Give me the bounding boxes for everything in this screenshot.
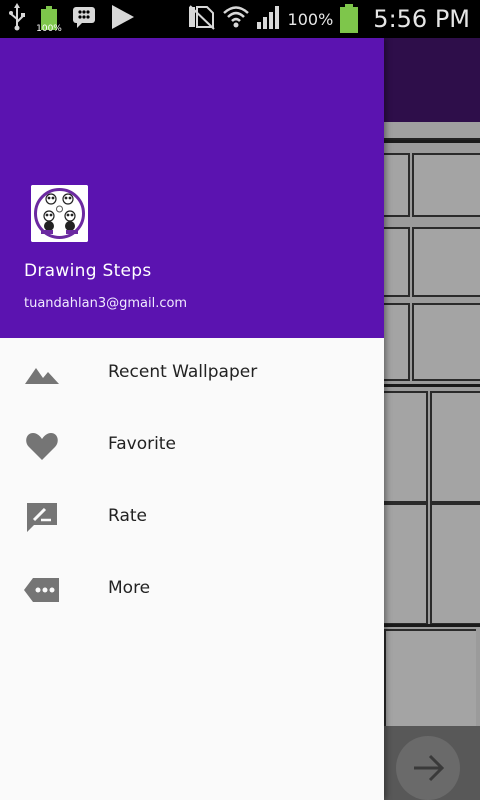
signal-icon [256,4,282,34]
status-bar-system: 100% 5:56 PM [186,2,470,36]
drawer-menu: Recent Wallpaper Favorite Rate More [0,338,384,626]
more-label-icon [24,572,60,608]
battery-icon [339,4,359,34]
menu-item-label: More [108,578,151,598]
background-bottom-bar [384,726,480,800]
battery-percent: 100% [287,9,334,29]
no-sim-icon [186,4,216,34]
background-image-strip [384,122,480,140]
menu-item-label: Recent Wallpaper [108,362,258,382]
menu-item-rate[interactable]: Rate [0,482,384,554]
status-bar: 100% 100% 5:56 PM [0,0,480,38]
menu-item-label: Rate [108,506,147,526]
rate-review-icon [24,500,60,536]
clock: 5:56 PM [373,5,470,33]
battery-charging-icon: 100% [36,6,62,34]
landscape-icon [24,356,60,392]
background-image-card[interactable] [384,140,480,385]
menu-item-recent-wallpaper[interactable]: Recent Wallpaper [0,338,384,410]
status-bar-notifications: 100% [8,2,136,36]
app-name: Drawing Steps [24,261,152,281]
wifi-icon [222,4,250,34]
arrow-forward-icon [396,754,460,800]
menu-item-more[interactable]: More [0,554,384,626]
background-app [384,38,480,800]
bbm-icon [72,6,96,32]
background-toolbar [384,38,480,122]
next-button[interactable] [396,736,460,800]
drawer-header: Drawing Steps tuandahlan3@gmail.com [0,38,384,338]
menu-item-label: Favorite [108,434,176,454]
navigation-drawer: Drawing Steps tuandahlan3@gmail.com Rece… [0,38,384,800]
background-image-card[interactable] [384,384,480,625]
heart-icon [24,428,60,464]
usb-icon [8,3,26,35]
account-email: tuandahlan3@gmail.com [24,296,188,311]
menu-item-favorite[interactable]: Favorite [0,410,384,482]
battery-small-label: 100% [36,24,62,34]
play-store-icon [110,4,136,34]
app-logo [31,185,88,242]
background-image-card[interactable] [384,624,480,729]
